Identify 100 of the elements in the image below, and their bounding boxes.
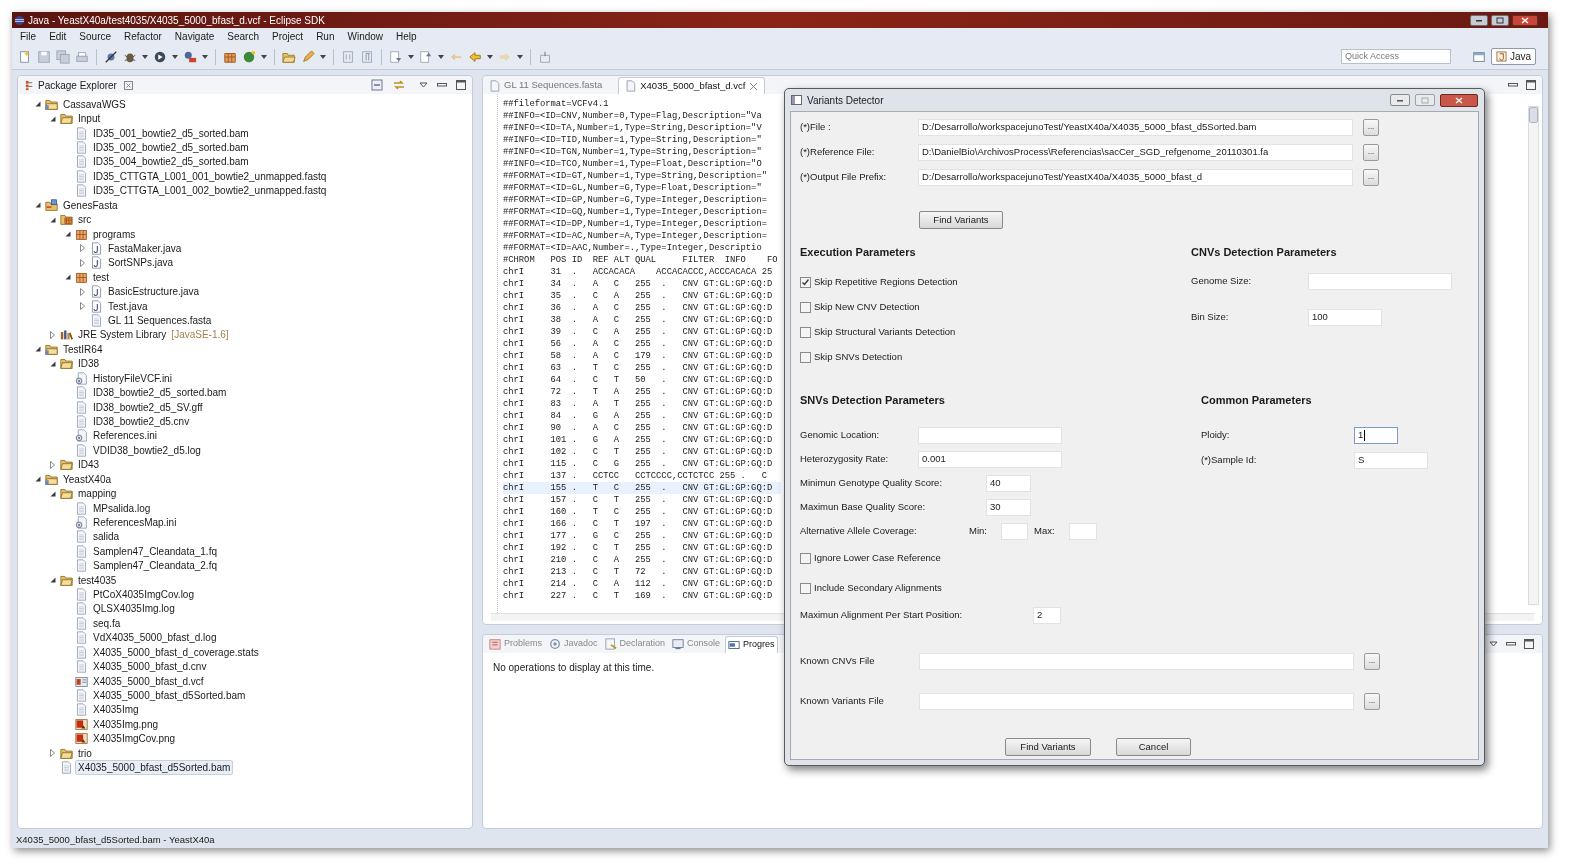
checkbox-label[interactable]: Skip SNVs Detection bbox=[814, 349, 903, 365]
checkbox[interactable] bbox=[800, 326, 811, 338]
tree-item[interactable]: Input bbox=[75, 111, 104, 127]
back-icon[interactable] bbox=[468, 49, 482, 64]
minimize-icon[interactable] bbox=[437, 83, 447, 87]
collapsed-arrow-icon[interactable] bbox=[80, 287, 85, 296]
panel-tab[interactable]: Problems bbox=[487, 635, 544, 653]
tree-item[interactable]: ID38_bowtie2_d5.cnv bbox=[90, 414, 193, 429]
input-field[interactable] bbox=[1308, 272, 1452, 290]
dropdown-arrow-icon[interactable] bbox=[408, 54, 414, 59]
pencil-icon[interactable] bbox=[301, 49, 315, 64]
tree-item[interactable]: GenesFasta bbox=[60, 197, 121, 213]
new-file-icon[interactable] bbox=[18, 49, 32, 64]
tree-item[interactable]: Samplen47_Cleandata_1.fq bbox=[90, 543, 220, 559]
tree-item[interactable]: test4035 bbox=[75, 572, 120, 588]
tree-item[interactable]: CassavaWGS bbox=[60, 96, 129, 112]
expanded-arrow-icon[interactable] bbox=[49, 216, 56, 223]
menu-item[interactable]: Help bbox=[394, 28, 419, 44]
dropdown-arrow-icon[interactable] bbox=[172, 54, 178, 59]
collapsed-arrow-icon[interactable] bbox=[50, 330, 55, 339]
panel-tab[interactable]: Console bbox=[670, 635, 723, 653]
button[interactable]: Find Variants bbox=[1005, 738, 1091, 756]
expanded-arrow-icon[interactable] bbox=[34, 101, 41, 108]
menu-item[interactable]: Search bbox=[225, 28, 261, 44]
dropdown-arrow-icon[interactable] bbox=[202, 54, 208, 59]
input-field[interactable]: 2 bbox=[1033, 606, 1061, 624]
tree-item[interactable]: programs bbox=[90, 226, 139, 242]
tree-item[interactable]: X4035_5000_bfast_d_coverage.stats bbox=[90, 644, 262, 660]
expanded-arrow-icon[interactable] bbox=[34, 476, 41, 483]
tree-item[interactable]: BasicEstructure.java bbox=[105, 284, 203, 300]
button[interactable]: Find Variants bbox=[919, 211, 1003, 229]
panel-tab[interactable]: Package Explorer bbox=[38, 77, 117, 93]
panel-tab[interactable]: Javadoc bbox=[547, 635, 600, 653]
tree-item[interactable]: GL 11 Sequences.fasta bbox=[105, 313, 215, 329]
tree-item[interactable]: mapping bbox=[75, 486, 120, 502]
input-field[interactable] bbox=[919, 652, 1354, 670]
input-field[interactable] bbox=[1069, 522, 1097, 540]
quick-access-field[interactable]: Quick Access bbox=[1340, 49, 1451, 64]
input-field[interactable]: D:\DanielBio\ArchivosProcess\Referencias\sacCer_SGD_refgenome_20110301.fa bbox=[918, 143, 1353, 161]
checkbox-label[interactable]: Ignore Lower Case Reference bbox=[814, 550, 941, 566]
expanded-arrow-icon[interactable] bbox=[34, 346, 41, 353]
tree-item[interactable]: ReferencesMap.ini bbox=[90, 514, 180, 530]
minimize-icon[interactable] bbox=[1506, 642, 1516, 646]
expanded-arrow-icon[interactable] bbox=[49, 115, 56, 122]
tree-item[interactable]: Test.java bbox=[105, 298, 151, 314]
browse-button[interactable]: ... bbox=[1363, 168, 1379, 186]
editor-tab[interactable]: GL 11 Sequences.fasta bbox=[483, 77, 609, 94]
menu-item[interactable]: Run bbox=[314, 28, 337, 44]
close-button[interactable] bbox=[1440, 93, 1478, 107]
expanded-arrow-icon[interactable] bbox=[49, 360, 56, 367]
print-icon[interactable] bbox=[75, 49, 89, 64]
tree-item[interactable]: QLSX4035Img.log bbox=[90, 601, 178, 617]
checkbox[interactable] bbox=[800, 301, 811, 313]
input-field[interactable]: 30 bbox=[986, 498, 1031, 516]
close-icon[interactable] bbox=[123, 80, 133, 90]
tree-item[interactable]: HistoryFileVCF.ini bbox=[90, 370, 175, 386]
tree-item[interactable]: X4035_5000_bfast_d5Sorted.bam bbox=[75, 760, 234, 776]
browse-button[interactable]: ... bbox=[1363, 118, 1379, 136]
tree-item[interactable]: ID35_002_bowtie2_d5_sorted.bam bbox=[90, 140, 252, 155]
vertical-scrollbar[interactable] bbox=[1528, 106, 1539, 605]
menu-item[interactable]: Refactor bbox=[122, 28, 164, 44]
collapsed-arrow-icon[interactable] bbox=[50, 460, 55, 469]
dropdown-arrow-icon[interactable] bbox=[438, 54, 444, 59]
tree-item[interactable]: X4035ImgCov.png bbox=[90, 731, 179, 747]
dropdown-arrow-icon[interactable] bbox=[320, 54, 326, 59]
menu-item[interactable]: Source bbox=[77, 28, 114, 44]
open-perspective-icon[interactable] bbox=[1471, 49, 1486, 64]
menu-item[interactable]: Project bbox=[270, 28, 306, 44]
skip-breakpoints-icon[interactable] bbox=[104, 49, 118, 64]
tree-item[interactable]: ID43 bbox=[75, 457, 103, 473]
menu-item[interactable]: Window bbox=[345, 28, 386, 44]
menu-item[interactable]: Navigate bbox=[172, 28, 217, 44]
tree-item[interactable]: test bbox=[90, 269, 113, 285]
close-button[interactable] bbox=[1512, 14, 1538, 26]
checkbox-label[interactable]: Include Secondary Alignments bbox=[814, 580, 942, 596]
dropdown-arrow-icon[interactable] bbox=[487, 54, 493, 59]
minimize-button[interactable] bbox=[1470, 14, 1488, 26]
panel-tab[interactable]: Progres bbox=[725, 635, 778, 653]
run-icon[interactable] bbox=[153, 49, 167, 64]
tree-item[interactable]: PtCoX4035ImgCov.log bbox=[90, 587, 197, 603]
tree-item[interactable]: X4035Img bbox=[90, 702, 142, 718]
tree-item[interactable]: FastaMaker.java bbox=[105, 240, 185, 256]
tree-item[interactable]: ID35_CTTGTA_L001_002_bowtie2_unmapped.fastq bbox=[90, 183, 330, 199]
browse-button[interactable]: ... bbox=[1364, 652, 1380, 670]
dropdown-arrow-icon[interactable] bbox=[142, 54, 148, 59]
close-icon[interactable] bbox=[749, 81, 759, 91]
checkbox-label[interactable]: Skip Repetitive Regions Detection bbox=[814, 274, 958, 290]
tree-item[interactable]: YeastX40a bbox=[60, 471, 114, 487]
menu-item[interactable]: Edit bbox=[47, 28, 69, 44]
checkbox-label[interactable]: Skip New CNV Detection bbox=[814, 299, 920, 315]
collapsed-arrow-icon[interactable] bbox=[80, 302, 85, 311]
tree-item[interactable]: MPsalida.log bbox=[90, 500, 154, 516]
browse-button[interactable]: ... bbox=[1363, 143, 1379, 161]
tree-item[interactable]: salida bbox=[90, 529, 123, 545]
tree-item[interactable]: src bbox=[75, 212, 95, 228]
checkbox[interactable] bbox=[800, 351, 811, 363]
tree-item[interactable]: VdX4035_5000_bfast_d.log bbox=[90, 630, 220, 646]
java-perspective-button[interactable]: Java bbox=[1490, 48, 1536, 65]
view-menu-icon[interactable] bbox=[1489, 641, 1498, 647]
input-field[interactable]: 0.001 bbox=[918, 450, 1062, 468]
